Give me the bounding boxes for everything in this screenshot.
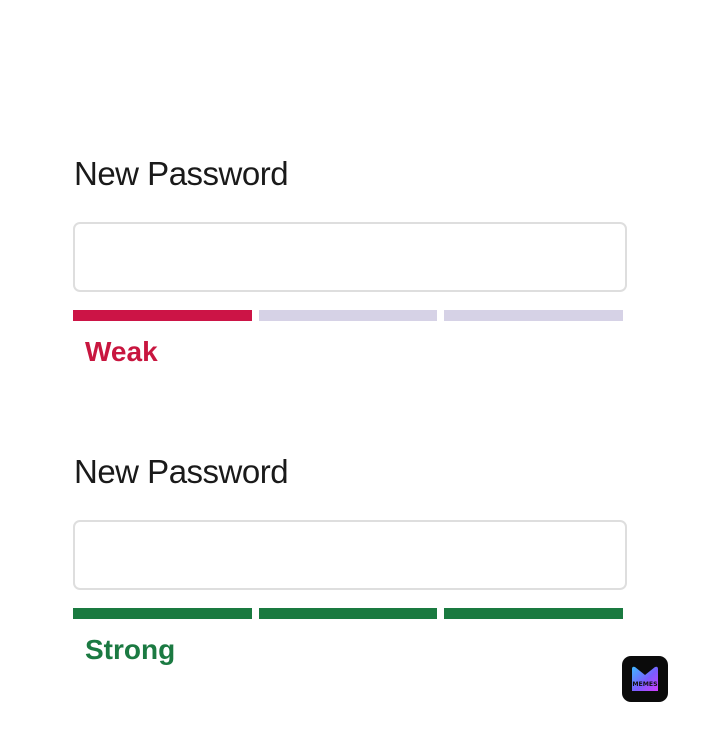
strength-label-weak: Weak xyxy=(85,336,158,367)
new-password-label: New Password xyxy=(74,453,289,490)
new-password-input[interactable] xyxy=(73,520,627,590)
strength-segment-3 xyxy=(444,310,624,321)
new-password-input[interactable] xyxy=(73,222,627,292)
strength-label-strong: Strong xyxy=(85,634,176,665)
strength-segment-1 xyxy=(73,310,252,321)
svg-text:MEMES: MEMES xyxy=(632,681,657,688)
strength-segment-2 xyxy=(258,608,438,619)
password-strength-meter xyxy=(73,608,624,619)
password-field-strong: New Password Strong xyxy=(73,448,627,667)
password-strength-meter xyxy=(73,310,624,321)
new-password-label: New Password xyxy=(74,155,289,192)
strength-segment-2 xyxy=(258,310,438,321)
strength-segment-1 xyxy=(73,608,252,619)
memes-app-logo-icon: MEMES xyxy=(622,656,668,702)
password-field-weak: New Password Weak xyxy=(73,150,627,369)
strength-segment-3 xyxy=(444,608,624,619)
